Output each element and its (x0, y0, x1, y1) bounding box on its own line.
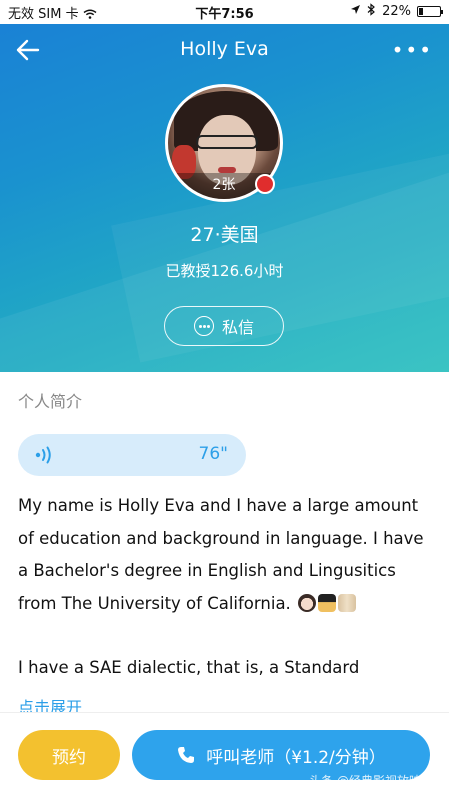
bio-paragraph: I have a SAE dialectic, that is, a Stand… (18, 658, 360, 677)
taught-hours: 已教授126.6小时 (165, 262, 284, 280)
online-status-dot (255, 174, 275, 194)
message-button[interactable]: 私信 (164, 306, 284, 346)
status-right: 22% (350, 3, 443, 20)
chat-bubble-icon (193, 316, 214, 336)
battery-fill (419, 8, 424, 15)
message-button-label: 私信 (221, 318, 254, 337)
watermark: 头条 @经典影视放映队 (309, 774, 433, 788)
bio-text: My name is Holly Eva and I have a large … (18, 490, 438, 685)
book-button[interactable]: 预约 (18, 730, 120, 780)
more-options-button[interactable]: ••• (392, 38, 433, 62)
page-title: Holly Eva (180, 38, 269, 60)
phone-icon (178, 747, 195, 763)
woman-emoji-icon (298, 593, 317, 612)
battery-percent: 22% (382, 4, 411, 19)
age-country: 27·美国 (190, 224, 259, 246)
voice-duration: 76" (198, 444, 228, 464)
status-bar: 无效 SIM 卡 下午7:56 22% (0, 0, 449, 24)
voice-intro-player[interactable]: 76" (18, 434, 246, 476)
bio-paragraph-text: My name is Holly Eva and I have a large … (18, 496, 424, 613)
battery-icon (417, 6, 443, 17)
graduation-cap-emoji-icon (318, 593, 337, 612)
bio-paragraph: My name is Holly Eva and I have a large … (18, 490, 438, 620)
location-arrow-icon (350, 4, 361, 19)
call-button-label: 呼叫老师（¥1.2/分钟） (206, 747, 386, 768)
section-title: 个人简介 (18, 392, 83, 411)
teacher-avatar[interactable]: 2张 (165, 84, 283, 202)
bluetooth-icon (367, 3, 376, 20)
sound-wave-icon (35, 446, 51, 464)
scroll-emoji-icon (338, 593, 357, 612)
